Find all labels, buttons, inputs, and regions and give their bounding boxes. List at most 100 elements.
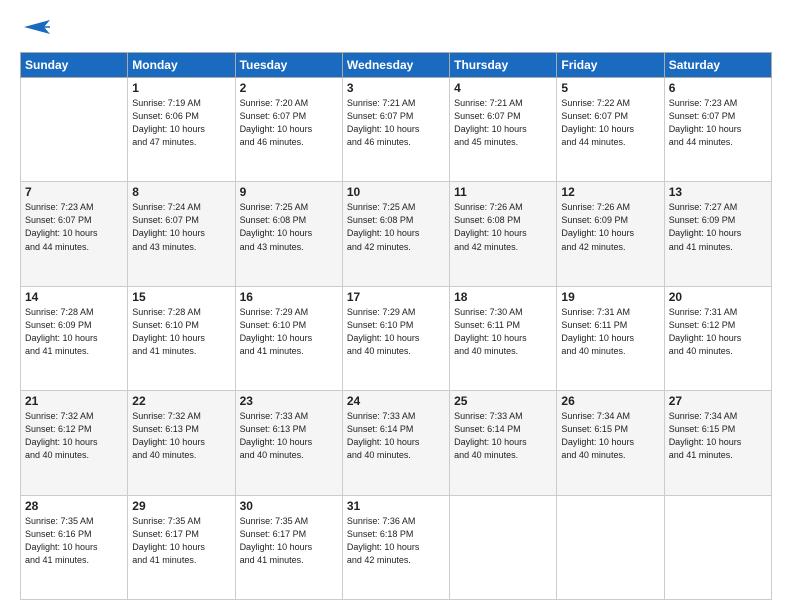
day-number: 12 [561, 185, 659, 199]
day-info: Sunrise: 7:33 AM Sunset: 6:14 PM Dayligh… [454, 410, 552, 462]
day-number: 21 [25, 394, 123, 408]
calendar-cell: 22 Sunrise: 7:32 AM Sunset: 6:13 PM Dayli… [128, 391, 235, 495]
calendar-cell: 12 Sunrise: 7:26 AM Sunset: 6:09 PM Dayli… [557, 182, 664, 286]
day-number: 7 [25, 185, 123, 199]
day-info: Sunrise: 7:29 AM Sunset: 6:10 PM Dayligh… [240, 306, 338, 358]
day-number: 6 [669, 81, 767, 95]
calendar-cell: 25 Sunrise: 7:33 AM Sunset: 6:14 PM Dayli… [450, 391, 557, 495]
calendar-cell [450, 495, 557, 599]
calendar-cell: 9 Sunrise: 7:25 AM Sunset: 6:08 PM Daylig… [235, 182, 342, 286]
day-info: Sunrise: 7:34 AM Sunset: 6:15 PM Dayligh… [669, 410, 767, 462]
day-info: Sunrise: 7:19 AM Sunset: 6:06 PM Dayligh… [132, 97, 230, 149]
day-info: Sunrise: 7:32 AM Sunset: 6:13 PM Dayligh… [132, 410, 230, 462]
day-number: 17 [347, 290, 445, 304]
calendar-cell: 11Sunrise: 7:26 AM Sunset: 6:08 PM Dayli… [450, 182, 557, 286]
calendar-cell: 31 Sunrise: 7:36 AM Sunset: 6:18 PM Dayli… [342, 495, 449, 599]
calendar-day-header: Tuesday [235, 53, 342, 78]
calendar-cell: 20 Sunrise: 7:31 AM Sunset: 6:12 PM Dayli… [664, 286, 771, 390]
logo-plane-icon [22, 18, 54, 36]
calendar-cell: 14 Sunrise: 7:28 AM Sunset: 6:09 PM Dayli… [21, 286, 128, 390]
day-number: 1 [132, 81, 230, 95]
day-info: Sunrise: 7:35 AM Sunset: 6:17 PM Dayligh… [240, 515, 338, 567]
day-info: Sunrise: 7:26 AM Sunset: 6:09 PM Dayligh… [561, 201, 659, 253]
calendar-cell: 23Sunrise: 7:33 AM Sunset: 6:13 PM Dayli… [235, 391, 342, 495]
calendar-cell: 6 Sunrise: 7:23 AM Sunset: 6:07 PM Daylig… [664, 78, 771, 182]
calendar-week-row: 1 Sunrise: 7:19 AM Sunset: 6:06 PM Daylig… [21, 78, 772, 182]
day-number: 30 [240, 499, 338, 513]
calendar-table: SundayMondayTuesdayWednesdayThursdayFrid… [20, 52, 772, 600]
calendar-header-row: SundayMondayTuesdayWednesdayThursdayFrid… [21, 53, 772, 78]
day-info: Sunrise: 7:34 AM Sunset: 6:15 PM Dayligh… [561, 410, 659, 462]
day-info: Sunrise: 7:30 AM Sunset: 6:11 PM Dayligh… [454, 306, 552, 358]
calendar-cell: 18 Sunrise: 7:30 AM Sunset: 6:11 PM Dayli… [450, 286, 557, 390]
calendar-cell: 4 Sunrise: 7:21 AM Sunset: 6:07 PM Daylig… [450, 78, 557, 182]
calendar-cell: 1 Sunrise: 7:19 AM Sunset: 6:06 PM Daylig… [128, 78, 235, 182]
calendar-cell: 15 Sunrise: 7:28 AM Sunset: 6:10 PM Dayli… [128, 286, 235, 390]
day-info: Sunrise: 7:35 AM Sunset: 6:17 PM Dayligh… [132, 515, 230, 567]
calendar-cell [664, 495, 771, 599]
day-number: 9 [240, 185, 338, 199]
day-number: 15 [132, 290, 230, 304]
logo [20, 18, 54, 42]
calendar-cell: 16 Sunrise: 7:29 AM Sunset: 6:10 PM Dayli… [235, 286, 342, 390]
day-info: Sunrise: 7:20 AM Sunset: 6:07 PM Dayligh… [240, 97, 338, 149]
day-number: 20 [669, 290, 767, 304]
calendar-cell: 17 Sunrise: 7:29 AM Sunset: 6:10 PM Dayli… [342, 286, 449, 390]
day-info: Sunrise: 7:29 AM Sunset: 6:10 PM Dayligh… [347, 306, 445, 358]
day-number: 29 [132, 499, 230, 513]
day-number: 22 [132, 394, 230, 408]
day-number: 16 [240, 290, 338, 304]
calendar-week-row: 7 Sunrise: 7:23 AM Sunset: 6:07 PM Daylig… [21, 182, 772, 286]
day-number: 28 [25, 499, 123, 513]
calendar-week-row: 28Sunrise: 7:35 AM Sunset: 6:16 PM Dayli… [21, 495, 772, 599]
day-info: Sunrise: 7:28 AM Sunset: 6:10 PM Dayligh… [132, 306, 230, 358]
calendar-cell: 19 Sunrise: 7:31 AM Sunset: 6:11 PM Dayli… [557, 286, 664, 390]
calendar-cell: 10 Sunrise: 7:25 AM Sunset: 6:08 PM Dayli… [342, 182, 449, 286]
day-number: 31 [347, 499, 445, 513]
day-number: 8 [132, 185, 230, 199]
calendar-cell: 8 Sunrise: 7:24 AM Sunset: 6:07 PM Daylig… [128, 182, 235, 286]
calendar-week-row: 14 Sunrise: 7:28 AM Sunset: 6:09 PM Dayli… [21, 286, 772, 390]
calendar-cell: 2 Sunrise: 7:20 AM Sunset: 6:07 PM Daylig… [235, 78, 342, 182]
calendar-cell: 7 Sunrise: 7:23 AM Sunset: 6:07 PM Daylig… [21, 182, 128, 286]
day-info: Sunrise: 7:28 AM Sunset: 6:09 PM Dayligh… [25, 306, 123, 358]
day-number: 10 [347, 185, 445, 199]
day-number: 25 [454, 394, 552, 408]
day-number: 11 [454, 185, 552, 199]
day-number: 19 [561, 290, 659, 304]
day-info: Sunrise: 7:33 AM Sunset: 6:13 PM Dayligh… [240, 410, 338, 462]
day-info: Sunrise: 7:33 AM Sunset: 6:14 PM Dayligh… [347, 410, 445, 462]
calendar-cell: 26Sunrise: 7:34 AM Sunset: 6:15 PM Dayli… [557, 391, 664, 495]
day-number: 13 [669, 185, 767, 199]
day-info: Sunrise: 7:32 AM Sunset: 6:12 PM Dayligh… [25, 410, 123, 462]
calendar-cell [21, 78, 128, 182]
day-number: 4 [454, 81, 552, 95]
calendar-cell: 29 Sunrise: 7:35 AM Sunset: 6:17 PM Dayli… [128, 495, 235, 599]
calendar-cell: 3Sunrise: 7:21 AM Sunset: 6:07 PM Daylig… [342, 78, 449, 182]
day-info: Sunrise: 7:21 AM Sunset: 6:07 PM Dayligh… [347, 97, 445, 149]
calendar-day-header: Saturday [664, 53, 771, 78]
calendar-day-header: Wednesday [342, 53, 449, 78]
day-info: Sunrise: 7:25 AM Sunset: 6:08 PM Dayligh… [240, 201, 338, 253]
calendar-cell [557, 495, 664, 599]
day-number: 14 [25, 290, 123, 304]
calendar-cell: 30 Sunrise: 7:35 AM Sunset: 6:17 PM Dayli… [235, 495, 342, 599]
calendar-cell: 21 Sunrise: 7:32 AM Sunset: 6:12 PM Dayli… [21, 391, 128, 495]
day-info: Sunrise: 7:36 AM Sunset: 6:18 PM Dayligh… [347, 515, 445, 567]
day-info: Sunrise: 7:24 AM Sunset: 6:07 PM Dayligh… [132, 201, 230, 253]
calendar-cell: 28Sunrise: 7:35 AM Sunset: 6:16 PM Dayli… [21, 495, 128, 599]
day-info: Sunrise: 7:27 AM Sunset: 6:09 PM Dayligh… [669, 201, 767, 253]
header [20, 18, 772, 42]
day-number: 18 [454, 290, 552, 304]
day-info: Sunrise: 7:31 AM Sunset: 6:11 PM Dayligh… [561, 306, 659, 358]
day-info: Sunrise: 7:21 AM Sunset: 6:07 PM Dayligh… [454, 97, 552, 149]
day-number: 2 [240, 81, 338, 95]
calendar-cell: 27Sunrise: 7:34 AM Sunset: 6:15 PM Dayli… [664, 391, 771, 495]
day-info: Sunrise: 7:31 AM Sunset: 6:12 PM Dayligh… [669, 306, 767, 358]
day-number: 24 [347, 394, 445, 408]
day-info: Sunrise: 7:25 AM Sunset: 6:08 PM Dayligh… [347, 201, 445, 253]
day-info: Sunrise: 7:23 AM Sunset: 6:07 PM Dayligh… [25, 201, 123, 253]
day-info: Sunrise: 7:23 AM Sunset: 6:07 PM Dayligh… [669, 97, 767, 149]
calendar-day-header: Monday [128, 53, 235, 78]
day-info: Sunrise: 7:22 AM Sunset: 6:07 PM Dayligh… [561, 97, 659, 149]
